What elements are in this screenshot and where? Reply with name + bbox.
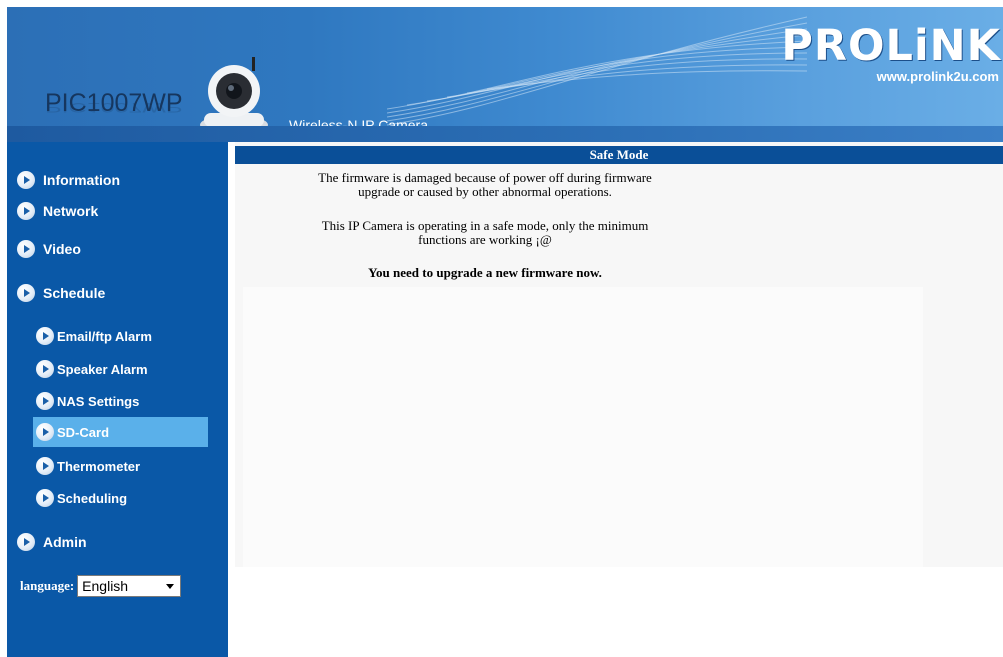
upgrade-notice: You need to upgrade a new firmware now. [368,265,602,280]
sidebar-item-label: SD-Card [57,424,110,440]
safe-mode-message-line-1: This IP Camera is operating in a safe mo… [321,218,649,233]
sidebar-item-nas-settings[interactable]: NAS Settings [36,392,139,410]
arrow-bullet-icon [36,423,54,441]
arrow-bullet-icon [36,457,54,475]
main-content: Safe Mode The firmware is damaged becaus… [235,142,1003,567]
arrow-bullet-icon [17,240,35,258]
sidebar-item-video[interactable]: Video [17,240,81,258]
sidebar-item-sd-card[interactable]: SD-Card [36,423,109,441]
language-label: language: [20,578,75,593]
sidebar-item-label: Schedule [43,285,106,301]
brand-url: www.prolink2u.com [876,69,999,84]
page-title: Safe Mode [235,146,1003,164]
model-name-reflection: PIC1007WP [45,99,183,115]
language-select[interactable]: English [77,575,182,597]
language-select-value: English [82,578,129,594]
arrow-bullet-icon [36,327,54,345]
safe-mode-message: This IP Camera is operating in a safe mo… [235,219,735,247]
sidebar: Information Network Video Schedule Email… [7,142,228,657]
sidebar-item-label: Information [43,172,120,188]
sidebar-item-network[interactable]: Network [17,202,98,220]
sidebar-item-label: Network [43,203,99,219]
arrow-bullet-icon [36,360,54,378]
arrow-bullet-icon [36,392,54,410]
arrow-bullet-icon [17,202,35,220]
sidebar-item-label: NAS Settings [57,393,140,409]
sidebar-item-email-ftp-alarm[interactable]: Email/ftp Alarm [36,327,152,345]
decorative-waves [387,16,807,126]
sidebar-item-label: Video [43,241,81,257]
damage-message-line-2: upgrade or caused by other abnormal oper… [358,184,612,199]
arrow-bullet-icon [17,533,35,551]
header-banner: PIC1007WP PIC1007WP Wireless-N IP Camera… [7,7,1003,142]
sidebar-item-label: Thermometer [57,458,141,474]
sidebar-item-schedule[interactable]: Schedule [17,284,105,302]
language-selector-row: language: English [20,575,182,597]
sidebar-item-label: Email/ftp Alarm [57,328,152,344]
arrow-bullet-icon [17,171,35,189]
arrow-bullet-icon [36,489,54,507]
banner-bottom-strip [7,126,1003,142]
safe-mode-message-line-2: functions are working ¡@ [418,232,552,247]
sidebar-item-scheduling[interactable]: Scheduling [36,489,127,507]
chevron-down-icon [166,583,175,589]
sidebar-item-label: Admin [43,534,87,550]
sidebar-item-speaker-alarm[interactable]: Speaker Alarm [36,360,148,378]
sidebar-item-label: Scheduling [57,490,128,506]
content-area-blank [243,287,923,567]
arrow-bullet-icon [17,284,35,302]
sidebar-item-label: Speaker Alarm [57,361,148,377]
damage-message-line-1: The firmware is damaged because of power… [318,170,652,185]
sidebar-item-information[interactable]: Information [17,171,120,189]
brand-logo: PROLiNK [781,21,1001,71]
sidebar-item-thermometer[interactable]: Thermometer [36,457,140,475]
damage-message: The firmware is damaged because of power… [235,171,735,199]
sidebar-item-admin[interactable]: Admin [17,533,87,551]
